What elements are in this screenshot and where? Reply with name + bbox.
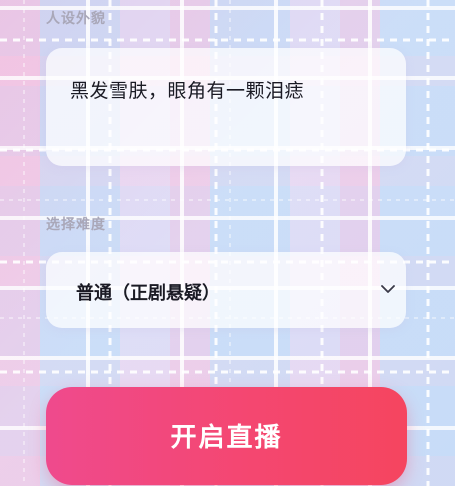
appearance-text-value: 黑发雪肤，眼角有一颗泪痣 — [70, 80, 305, 102]
appearance-text-field[interactable]: 黑发雪肤，眼角有一颗泪痣 — [46, 48, 406, 166]
difficulty-dropdown[interactable]: 普通（正剧悬疑） — [46, 252, 406, 328]
start-live-button[interactable]: 开启直播 — [46, 387, 407, 485]
appearance-section-label: 人设外貌 — [46, 11, 106, 27]
chevron-down-icon — [381, 285, 395, 293]
start-live-button-label: 开启直播 — [170, 422, 283, 452]
difficulty-selected-value: 普通（正剧悬疑） — [76, 283, 220, 304]
difficulty-section-label: 选择难度 — [46, 217, 106, 233]
